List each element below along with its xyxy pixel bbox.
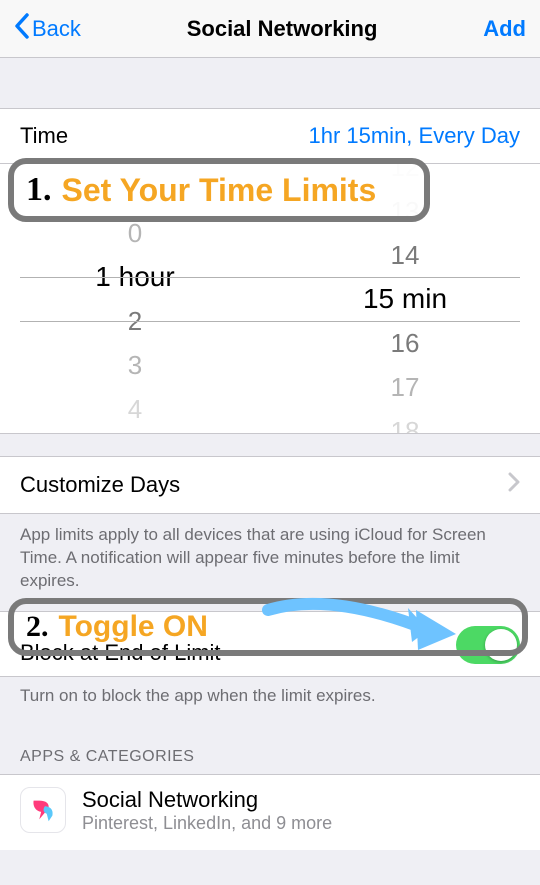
annotation-2-number: 2. (26, 610, 49, 644)
time-row[interactable]: Time 1hr 15min, Every Day (0, 108, 540, 164)
app-category-row[interactable]: Social Networking Pinterest, LinkedIn, a… (0, 774, 540, 850)
annotation-1-number: 1. (26, 171, 52, 209)
chevron-right-icon (508, 471, 520, 499)
annotation-2: 2. Toggle ON (8, 598, 528, 656)
back-button[interactable]: Back (14, 13, 81, 45)
annotation-2-text: Toggle ON (59, 610, 208, 644)
app-subtitle: Pinterest, LinkedIn, and 9 more (82, 813, 332, 834)
annotation-1-text: Set Your Time Limits (62, 172, 377, 209)
app-title: Social Networking (82, 787, 332, 813)
customize-days-row[interactable]: Customize Days (0, 456, 540, 514)
customize-days-label: Customize Days (20, 472, 180, 498)
time-label: Time (20, 123, 68, 149)
time-value: 1hr 15min, Every Day (308, 123, 520, 149)
add-button[interactable]: Add (483, 16, 526, 42)
apps-section-header: APPS & CATEGORIES (0, 726, 540, 774)
limits-footer-text: App limits apply to all devices that are… (0, 514, 540, 611)
page-title: Social Networking (187, 16, 378, 42)
chevron-left-icon (14, 13, 30, 45)
nav-bar: Back Social Networking Add (0, 0, 540, 58)
social-networking-icon (20, 787, 66, 833)
back-label: Back (32, 16, 81, 42)
block-footer-text: Turn on to block the app when the limit … (0, 677, 540, 726)
annotation-1: 1. Set Your Time Limits (8, 158, 430, 222)
